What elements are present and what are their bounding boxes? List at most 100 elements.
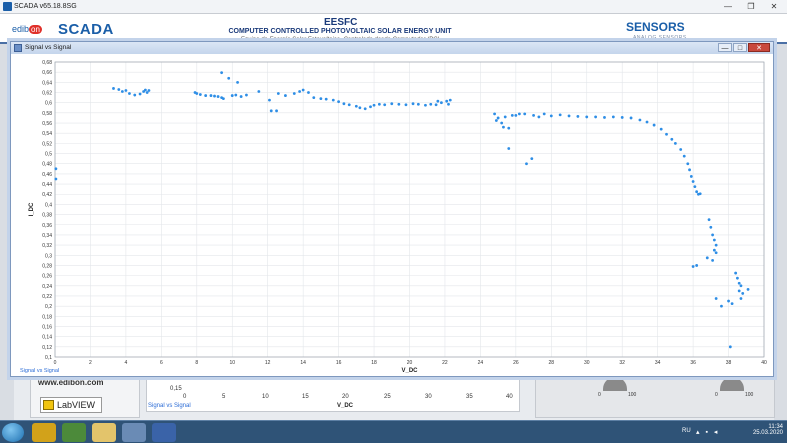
background-chart-xtick: 25 xyxy=(384,394,391,400)
edibon-logo: edib on xyxy=(12,24,42,34)
x-tick-label: 12 xyxy=(265,360,271,366)
data-point xyxy=(120,90,124,93)
data-point xyxy=(54,177,58,181)
data-point xyxy=(695,190,699,194)
data-point xyxy=(585,115,589,119)
data-point xyxy=(239,95,243,98)
data-point xyxy=(447,102,450,106)
y-tick-label: 0,1 xyxy=(45,355,52,361)
y-tick-label: 0,24 xyxy=(42,284,52,290)
dialog-controls: — □ ✕ xyxy=(718,43,770,52)
data-point xyxy=(739,284,743,288)
data-point xyxy=(245,93,248,97)
system-clock[interactable]: 11:34 25.03.2020 xyxy=(753,424,783,436)
y-tick-label: 0,32 xyxy=(42,243,52,249)
knob-1-max-label: 100 xyxy=(628,392,637,398)
data-point xyxy=(645,120,649,124)
x-tick-label: 18 xyxy=(371,360,377,366)
dialog-minimize-button[interactable]: — xyxy=(718,43,732,52)
data-point xyxy=(739,297,743,300)
data-point xyxy=(424,103,427,107)
data-point xyxy=(712,248,716,252)
close-button[interactable]: ✕ xyxy=(763,1,785,12)
data-point xyxy=(673,141,677,145)
y-tick-label: 0,58 xyxy=(42,111,52,117)
knob-2-max-label: 100 xyxy=(745,392,754,398)
data-point xyxy=(358,106,362,110)
data-point xyxy=(510,114,514,117)
window-title: SCADA v65.18.8SG xyxy=(14,3,77,10)
taskbar-folder-icon[interactable] xyxy=(92,423,116,442)
data-point xyxy=(709,225,713,229)
y-tick-label: 0,18 xyxy=(42,314,52,320)
y-tick-label: 0,36 xyxy=(42,223,52,229)
x-tick-label: 32 xyxy=(619,360,625,366)
data-point xyxy=(411,102,415,106)
y-tick-label: 0,54 xyxy=(42,131,52,137)
data-point xyxy=(363,107,367,111)
minimize-button[interactable]: — xyxy=(717,1,739,12)
data-point xyxy=(691,180,695,183)
language-indicator[interactable]: RU xyxy=(682,428,691,434)
background-chart-xtick: 30 xyxy=(425,394,432,400)
data-point xyxy=(705,256,709,260)
dialog-close-button[interactable]: ✕ xyxy=(748,43,770,52)
data-point xyxy=(652,123,656,127)
data-point xyxy=(268,98,271,102)
labview-icon xyxy=(43,400,54,410)
data-point xyxy=(209,94,213,97)
x-tick-label: 14 xyxy=(300,360,306,366)
data-point xyxy=(213,94,216,98)
data-point xyxy=(603,116,606,119)
dialog-maximize-button[interactable]: □ xyxy=(733,43,747,52)
taskbar-browser-icon[interactable] xyxy=(62,423,86,442)
y-tick-label: 0,22 xyxy=(42,294,52,300)
data-point xyxy=(620,116,624,119)
start-button[interactable] xyxy=(2,423,24,442)
data-point xyxy=(503,115,507,119)
data-point xyxy=(532,114,535,117)
data-point xyxy=(679,148,683,151)
data-point xyxy=(416,102,420,106)
data-point xyxy=(216,95,220,98)
taskbar-scada-icon[interactable] xyxy=(122,423,146,442)
scada-screen: SCADA v65.18.8SG — ❐ ✕ edib on SCADA EESF… xyxy=(0,0,787,443)
app-icon xyxy=(3,2,12,11)
app-header: edib on SCADA EESFC COMPUTER CONTROLLED P… xyxy=(0,14,787,44)
data-point xyxy=(500,121,504,125)
data-point xyxy=(558,113,562,117)
data-point xyxy=(221,97,225,101)
data-point xyxy=(307,91,310,94)
x-tick-label: 34 xyxy=(655,360,661,366)
data-point xyxy=(638,118,642,122)
scada-logo: SCADA xyxy=(58,21,114,38)
data-point xyxy=(502,125,505,129)
data-point xyxy=(372,103,376,107)
data-point xyxy=(448,98,452,102)
tray-icons[interactable]: ▴ ▪ ◂ xyxy=(696,428,719,436)
data-point xyxy=(440,101,443,105)
data-point xyxy=(377,102,381,106)
data-point xyxy=(711,233,714,237)
data-point xyxy=(517,112,521,116)
taskbar-app-icon[interactable] xyxy=(32,423,56,442)
data-point xyxy=(691,265,695,268)
logo-prefix: edib xyxy=(12,24,30,34)
data-point xyxy=(714,297,718,300)
taskbar-word-icon[interactable] xyxy=(152,423,176,442)
data-point xyxy=(712,238,716,242)
y-tick-label: 0,12 xyxy=(42,345,52,351)
x-tick-label: 30 xyxy=(584,360,590,366)
signal-vs-signal-dialog: Signal vs Signal — □ ✕ 0,1 0,12 0,14 0,16 0,… xyxy=(10,41,774,377)
x-tick-label: 26 xyxy=(513,360,519,366)
y-tick-label: 0,3 xyxy=(45,253,52,259)
maximize-button[interactable]: ❐ xyxy=(740,1,762,12)
window-controls: — ❐ ✕ xyxy=(717,1,785,12)
website-label[interactable]: www.edibon.com xyxy=(38,378,103,387)
data-point xyxy=(629,116,633,120)
scatter-plot[interactable]: 0,1 0,12 0,14 0,16 0,18 0,2 0,22 0,24 0,26 0,28 0,… xyxy=(11,54,773,376)
background-chart-xtick: 5 xyxy=(222,394,226,400)
x-tick-label: 20 xyxy=(407,360,413,366)
labview-logo: LabVIEW xyxy=(40,397,102,413)
y-tick-label: 0,44 xyxy=(42,182,52,188)
